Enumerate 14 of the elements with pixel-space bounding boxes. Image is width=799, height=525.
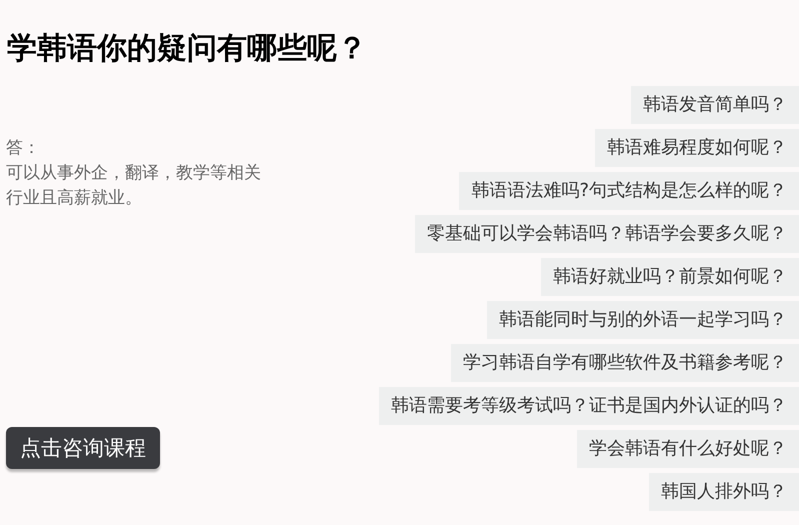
question-item[interactable]: 学会韩语有什么好处呢？ (577, 430, 799, 468)
question-item[interactable]: 零基础可以学会韩语吗？韩语学会要多久呢？ (415, 215, 799, 253)
question-item[interactable]: 韩语好就业吗？前景如何呢？ (541, 258, 799, 296)
consult-button[interactable]: 点击咨询课程 (6, 427, 160, 469)
answer-label: 答： (6, 137, 40, 160)
answer-text: 可以从事外企，翻译，教学等相关行业且高薪就业。 (6, 162, 262, 210)
question-item[interactable]: 韩国人排外吗？ (649, 473, 799, 511)
question-item[interactable]: 韩语难易程度如何呢？ (595, 129, 799, 167)
question-item[interactable]: 韩语需要考等级考试吗？证书是国内外认证的吗？ (379, 387, 799, 425)
question-item[interactable]: 学习韩语自学有哪些软件及书籍参考呢？ (451, 344, 799, 382)
question-item[interactable]: 韩语发音简单吗？ (631, 86, 799, 124)
question-item[interactable]: 韩语语法难吗?句式结构是怎么样的呢？ (459, 172, 799, 210)
question-item[interactable]: 韩语能同时与别的外语一起学习吗？ (487, 301, 799, 339)
page-title: 学韩语你的疑问有哪些呢？ (6, 30, 368, 68)
